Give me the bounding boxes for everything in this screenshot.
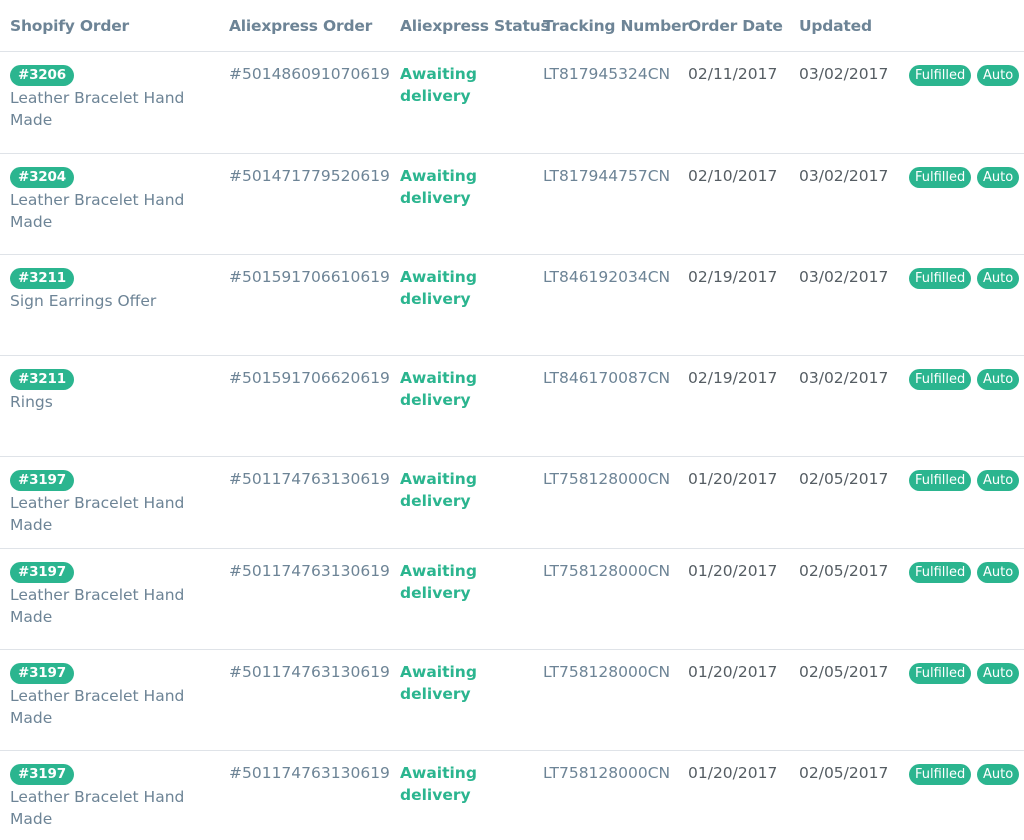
table-row[interactable]: #3197 Leather Bracelet Hand Made #501174… [0, 457, 1024, 549]
aliexpress-order-number[interactable]: #501486091070619 [229, 63, 390, 85]
table-row[interactable]: #3204 Leather Bracelet Hand Made #501471… [0, 154, 1024, 255]
auto-badge: Auto [977, 562, 1020, 583]
table-header: Shopify Order Aliexpress Order Aliexpres… [0, 0, 1024, 52]
column-header-order-date[interactable]: Order Date [688, 17, 783, 35]
aliexpress-order-number[interactable]: #501174763130619 [229, 661, 390, 683]
tracking-number[interactable]: LT817944757CN [543, 165, 670, 187]
product-name[interactable]: Leather Bracelet Hand Made [10, 685, 200, 729]
updated-date: 02/05/2017 [799, 470, 889, 488]
product-name[interactable]: Leather Bracelet Hand Made [10, 189, 200, 233]
table-row[interactable]: #3197 Leather Bracelet Hand Made #501174… [0, 549, 1024, 650]
auto-badge: Auto [977, 369, 1020, 390]
aliexpress-order-number[interactable]: #501591706620619 [229, 367, 390, 389]
auto-badge: Auto [977, 167, 1020, 188]
fulfilled-badge: Fulfilled [909, 167, 972, 188]
order-date: 02/10/2017 [688, 167, 778, 185]
table-row[interactable]: #3211 Sign Earrings Offer #5015917066106… [0, 255, 1024, 356]
fulfilled-badge: Fulfilled [909, 764, 972, 785]
auto-badge: Auto [977, 663, 1020, 684]
aliexpress-status: Awaiting delivery [400, 663, 477, 703]
fulfilled-badge: Fulfilled [909, 562, 972, 583]
shopify-order-badge[interactable]: #3211 [10, 268, 74, 289]
aliexpress-status: Awaiting delivery [400, 65, 477, 105]
tracking-number[interactable]: LT846192034CN [543, 266, 670, 288]
aliexpress-status: Awaiting delivery [400, 562, 477, 602]
column-header-aliexpress-order[interactable]: Aliexpress Order [229, 17, 372, 35]
shopify-order-badge[interactable]: #3211 [10, 369, 74, 390]
tracking-number[interactable]: LT758128000CN [543, 762, 670, 784]
product-name[interactable]: Leather Bracelet Hand Made [10, 786, 200, 830]
updated-date: 02/05/2017 [799, 663, 889, 681]
tracking-number[interactable]: LT758128000CN [543, 560, 670, 582]
updated-date: 03/02/2017 [799, 369, 889, 387]
order-date: 02/11/2017 [688, 65, 778, 83]
aliexpress-status: Awaiting delivery [400, 268, 477, 308]
order-date: 01/20/2017 [688, 663, 778, 681]
shopify-order-badge[interactable]: #3197 [10, 562, 74, 583]
shopify-order-badge[interactable]: #3197 [10, 470, 74, 491]
auto-badge: Auto [977, 268, 1020, 289]
fulfilled-badge: Fulfilled [909, 369, 972, 390]
aliexpress-status: Awaiting delivery [400, 470, 477, 510]
product-name[interactable]: Sign Earrings Offer [10, 290, 200, 312]
tracking-number[interactable]: LT758128000CN [543, 468, 670, 490]
updated-date: 02/05/2017 [799, 764, 889, 782]
column-header-updated[interactable]: Updated [799, 17, 872, 35]
tracking-number[interactable]: LT846170087CN [543, 367, 670, 389]
aliexpress-status: Awaiting delivery [400, 167, 477, 207]
table-row[interactable]: #3197 Leather Bracelet Hand Made #501174… [0, 751, 1024, 840]
product-name[interactable]: Leather Bracelet Hand Made [10, 87, 200, 131]
product-name[interactable]: Leather Bracelet Hand Made [10, 492, 200, 536]
shopify-order-badge[interactable]: #3206 [10, 65, 74, 86]
order-date: 01/20/2017 [688, 562, 778, 580]
aliexpress-order-number[interactable]: #501174763130619 [229, 468, 390, 490]
aliexpress-status: Awaiting delivery [400, 369, 477, 409]
table-row[interactable]: #3197 Leather Bracelet Hand Made #501174… [0, 650, 1024, 751]
tracking-number[interactable]: LT817945324CN [543, 63, 670, 85]
column-header-tracking-number[interactable]: Tracking Number [543, 17, 689, 35]
fulfilled-badge: Fulfilled [909, 470, 972, 491]
aliexpress-order-number[interactable]: #501174763130619 [229, 560, 390, 582]
order-date: 02/19/2017 [688, 268, 778, 286]
fulfilled-badge: Fulfilled [909, 268, 972, 289]
aliexpress-order-number[interactable]: #501591706610619 [229, 266, 390, 288]
updated-date: 03/02/2017 [799, 167, 889, 185]
auto-badge: Auto [977, 764, 1020, 785]
auto-badge: Auto [977, 470, 1020, 491]
updated-date: 02/05/2017 [799, 562, 889, 580]
product-name[interactable]: Rings [10, 391, 200, 413]
table-row[interactable]: #3206 Leather Bracelet Hand Made #501486… [0, 52, 1024, 154]
tracking-number[interactable]: LT758128000CN [543, 661, 670, 683]
updated-date: 03/02/2017 [799, 268, 889, 286]
order-date: 02/19/2017 [688, 369, 778, 387]
product-name[interactable]: Leather Bracelet Hand Made [10, 584, 200, 628]
fulfilled-badge: Fulfilled [909, 663, 972, 684]
auto-badge: Auto [977, 65, 1020, 86]
column-header-aliexpress-status[interactable]: Aliexpress Status [400, 17, 550, 35]
table-row[interactable]: #3211 Rings #501591706620619 Awaiting de… [0, 356, 1024, 457]
aliexpress-status: Awaiting delivery [400, 764, 477, 804]
updated-date: 03/02/2017 [799, 65, 889, 83]
aliexpress-order-number[interactable]: #501174763130619 [229, 762, 390, 784]
shopify-order-badge[interactable]: #3204 [10, 167, 74, 188]
shopify-order-badge[interactable]: #3197 [10, 764, 74, 785]
order-date: 01/20/2017 [688, 764, 778, 782]
column-header-shopify-order[interactable]: Shopify Order [10, 17, 129, 35]
shopify-order-badge[interactable]: #3197 [10, 663, 74, 684]
fulfilled-badge: Fulfilled [909, 65, 972, 86]
aliexpress-order-number[interactable]: #501471779520619 [229, 165, 390, 187]
order-date: 01/20/2017 [688, 470, 778, 488]
